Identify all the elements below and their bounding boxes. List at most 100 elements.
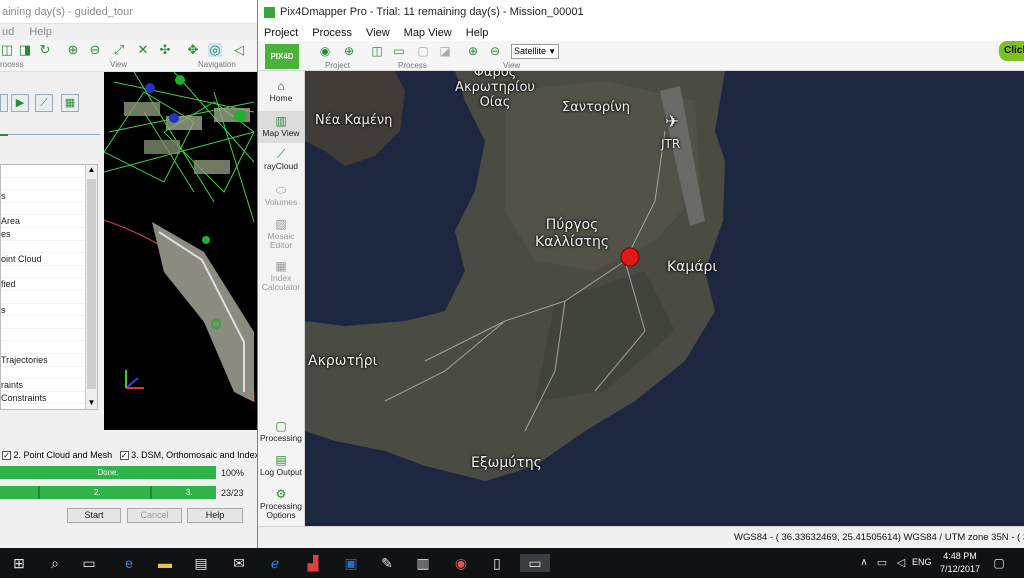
nav-volumes[interactable]: ⬭ Volumes xyxy=(258,183,304,213)
tree-item[interactable] xyxy=(1,178,97,191)
layers-scrollbar[interactable]: ▲ ▼ xyxy=(85,165,97,409)
step3-checkbox[interactable]: ✓ xyxy=(119,451,129,461)
zoom-in-icon[interactable]: ⊕ xyxy=(466,44,480,58)
scroll-down-icon[interactable]: ▼ xyxy=(86,398,97,409)
volume-icon[interactable]: ◁ xyxy=(892,554,910,572)
nav-raycloud-label: rayCloud xyxy=(263,161,299,171)
tree-item[interactable] xyxy=(1,367,97,380)
zoom-out-icon[interactable]: ⊖ xyxy=(488,44,502,58)
tree-item[interactable] xyxy=(1,329,97,342)
nav-index-calculator[interactable]: ▦ Index Calculator xyxy=(258,259,304,297)
zoom-out-icon[interactable]: ⊖ xyxy=(88,43,102,57)
process-reopt-icon[interactable]: ◪ xyxy=(438,44,452,58)
menu-process[interactable]: Process xyxy=(312,27,352,39)
menu-map-view[interactable]: Map View xyxy=(404,27,452,39)
tree-item[interactable] xyxy=(1,241,97,254)
layers-tree[interactable]: s Area es oint Cloud fied s Trajectories raints… xyxy=(0,164,98,410)
process-folder-icon[interactable]: ▭ xyxy=(392,44,406,58)
process-copy-icon[interactable]: ▢ xyxy=(416,44,430,58)
satellite-map[interactable]: Φάρος Ακρωτηρίου Οίας Νέα Καμένη Σαντορί… xyxy=(305,71,1024,526)
main-window[interactable]: Pix4Dmapper Pro - Trial: 11 remaining da… xyxy=(257,0,1024,548)
video-tool-icon[interactable]: ▶ xyxy=(11,94,29,112)
tree-item[interactable]: Trajectories xyxy=(1,354,97,367)
store-icon[interactable]: ▤ xyxy=(192,554,210,572)
camera-tool-icon[interactable] xyxy=(0,94,8,112)
processing-panel: ✓ 2. Point Cloud and Mesh ✓ 3. DSM, Orth… xyxy=(0,446,259,546)
axis-icon[interactable]: ✣ xyxy=(158,43,172,57)
task-view-icon[interactable]: ▭ xyxy=(80,554,98,572)
mail-icon[interactable]: ✉ xyxy=(230,554,248,572)
help-button[interactable]: Help xyxy=(187,508,243,523)
document-icon[interactable]: ▯ xyxy=(488,554,506,572)
scroll-up-icon[interactable]: ▲ xyxy=(86,165,97,176)
nav-mosaic-editor[interactable]: ▨ Mosaic Editor xyxy=(258,217,304,253)
orbit-icon[interactable]: ◎ xyxy=(208,43,222,57)
ie-icon[interactable]: ℯ xyxy=(266,554,284,572)
network-icon[interactable]: ▭ xyxy=(873,554,891,572)
nav-raycloud[interactable]: ⟋ rayCloud xyxy=(258,147,304,177)
menu-help[interactable]: Help xyxy=(466,27,489,39)
nav-processing-options[interactable]: ⚙ Processing Options xyxy=(258,487,304,525)
fly-icon[interactable]: ◁ xyxy=(232,43,246,57)
pix4d-app-icon[interactable]: ▭ xyxy=(520,554,550,572)
paint-icon[interactable]: ✎ xyxy=(378,554,396,572)
project-target-icon[interactable]: ⊕ xyxy=(342,44,356,58)
tree-item[interactable]: raints xyxy=(1,379,97,392)
navigation-icon[interactable]: ✥ xyxy=(186,43,200,57)
nav-map-view[interactable]: ▥ Map View xyxy=(258,111,304,143)
process-refresh-icon[interactable]: ↻ xyxy=(38,43,52,57)
scanner-icon[interactable]: ▥ xyxy=(414,554,432,572)
tree-item[interactable] xyxy=(1,316,97,329)
click-button[interactable]: Click xyxy=(999,41,1024,61)
menu-project[interactable]: Project xyxy=(264,27,298,39)
tree-item[interactable]: s xyxy=(1,304,97,317)
edge-icon[interactable]: e xyxy=(120,554,138,572)
tree-item[interactable] xyxy=(1,203,97,216)
start-button[interactable]: Start xyxy=(67,508,121,523)
tree-item[interactable]: fied xyxy=(1,278,97,291)
process-run-icon[interactable]: ◨ xyxy=(18,43,32,57)
process-icon[interactable]: ◫ xyxy=(0,43,14,57)
tree-item[interactable]: Constraints xyxy=(1,392,97,405)
map-label-santorini: Σαντορίνη xyxy=(562,100,630,115)
scroll-thumb[interactable] xyxy=(87,179,96,389)
step2-checkbox[interactable]: ✓ xyxy=(2,451,11,461)
nav-map-view-label: Map View xyxy=(262,128,300,138)
nav-processing[interactable]: ▢ Processing xyxy=(258,419,304,451)
file-explorer-icon[interactable]: ▬ xyxy=(156,554,174,572)
project-camera-icon[interactable]: ◉ xyxy=(318,44,332,58)
nav-log-output[interactable]: ▤ Log Output xyxy=(258,453,304,485)
pix4d-capture-icon[interactable]: ▣ xyxy=(342,554,360,572)
system-clock[interactable]: 4:48 PM 7/12/2017 xyxy=(935,550,985,576)
background-menu-item[interactable]: ud xyxy=(2,26,14,38)
progress-track-1: Done. xyxy=(0,466,216,479)
surface-tool-icon[interactable]: ▦ xyxy=(61,94,79,112)
tree-item[interactable]: es xyxy=(1,228,97,241)
menu-view[interactable]: View xyxy=(366,27,390,39)
map-type-select[interactable]: Satellite ▼ xyxy=(511,44,559,59)
acrobat-icon[interactable]: ▟ xyxy=(304,554,322,572)
cancel-button[interactable]: Cancel xyxy=(127,508,182,523)
tree-item[interactable]: s xyxy=(1,190,97,203)
tree-item[interactable] xyxy=(1,341,97,354)
background-window[interactable]: aining day(s) - guided_tour ud Help ◫ ◨ … xyxy=(0,0,259,548)
input-language[interactable]: ENG xyxy=(912,557,932,567)
tray-chevron-up-icon[interactable]: ∧ xyxy=(855,554,873,572)
background-menu-help[interactable]: Help xyxy=(29,26,52,38)
tree-item[interactable] xyxy=(1,266,97,279)
search-icon[interactable]: ⌕ xyxy=(46,554,64,572)
polyline-tool-icon[interactable]: ⟋ xyxy=(35,94,53,112)
nav-home[interactable]: ⌂ Home xyxy=(258,79,304,107)
tree-item[interactable]: oint Cloud xyxy=(1,253,97,266)
raycloud-3d-view[interactable] xyxy=(104,72,258,430)
zoom-extent-icon[interactable]: ⤢ xyxy=(112,43,126,57)
process-run-icon[interactable]: ◫ xyxy=(370,44,384,58)
shrink-icon[interactable]: ✕ xyxy=(136,43,150,57)
browser-icon[interactable]: ◉ xyxy=(452,554,470,572)
zoom-in-icon[interactable]: ⊕ xyxy=(66,43,80,57)
tree-item[interactable] xyxy=(1,291,97,304)
tree-item[interactable] xyxy=(1,165,97,178)
notification-icon[interactable]: ▢ xyxy=(990,554,1008,572)
windows-start-icon[interactable]: ⊞ xyxy=(10,554,28,572)
tree-item[interactable]: Area xyxy=(1,215,97,228)
